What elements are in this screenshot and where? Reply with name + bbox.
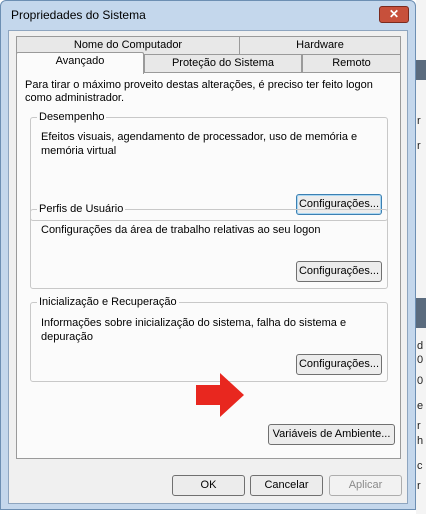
performance-description: Efeitos visuais, agendamento de processa… bbox=[41, 131, 358, 157]
startup-recovery-group: Inicialização e Recuperação Informações … bbox=[30, 295, 388, 382]
background-window: r r d 0 0 e r h c r bbox=[416, 0, 426, 514]
arrow-shape bbox=[196, 373, 244, 417]
performance-group-title: Desempenho bbox=[37, 110, 107, 124]
user-profiles-group-title: Perfis de Usuário bbox=[37, 202, 126, 216]
background-text: 0 bbox=[417, 354, 424, 366]
red-arrow-icon bbox=[196, 373, 244, 417]
system-properties-dialog: Propriedades do Sistema ✕ Nome do Comput… bbox=[0, 0, 416, 510]
user-profiles-settings-button[interactable]: Configurações... bbox=[296, 261, 382, 282]
apply-button[interactable]: Aplicar bbox=[329, 475, 402, 496]
window-title: Propriedades do Sistema bbox=[11, 8, 146, 22]
user-profiles-group: Perfis de Usuário Configurações da área … bbox=[30, 202, 388, 289]
tab-remote[interactable]: Remoto bbox=[302, 54, 401, 72]
tab-advanced[interactable]: Avançado bbox=[16, 52, 144, 74]
user-profiles-description: Configurações da área de trabalho relati… bbox=[41, 224, 321, 236]
environment-variables-button[interactable]: Variáveis de Ambiente... bbox=[268, 424, 395, 445]
ok-button[interactable]: OK bbox=[172, 475, 245, 496]
background-text: 0 bbox=[417, 375, 424, 387]
background-text: r bbox=[417, 140, 421, 152]
background-text: c bbox=[417, 460, 423, 472]
background-text: r bbox=[417, 480, 421, 492]
background-text: r bbox=[417, 420, 421, 432]
tab-system-protection[interactable]: Proteção do Sistema bbox=[144, 54, 302, 72]
title-bar[interactable]: Propriedades do Sistema ✕ bbox=[1, 1, 415, 29]
tab-hardware[interactable]: Hardware bbox=[239, 36, 401, 54]
admin-notice: Para tirar o máximo proveito destas alte… bbox=[25, 79, 373, 104]
background-text: d bbox=[417, 340, 424, 352]
startup-recovery-description: Informações sobre inicialização do siste… bbox=[41, 317, 347, 343]
cancel-button[interactable]: Cancelar bbox=[250, 475, 323, 496]
background-text: h bbox=[417, 435, 424, 447]
background-text: r bbox=[417, 115, 421, 127]
close-button[interactable]: ✕ bbox=[379, 6, 409, 23]
startup-recovery-settings-button[interactable]: Configurações... bbox=[296, 354, 382, 375]
background-bar bbox=[416, 298, 426, 328]
dialog-body: Nome do Computador Hardware Avançado Pro… bbox=[8, 30, 408, 504]
startup-recovery-group-title: Inicialização e Recuperação bbox=[37, 295, 179, 309]
background-bar bbox=[416, 60, 426, 80]
close-icon: ✕ bbox=[388, 7, 400, 21]
background-text: e bbox=[417, 400, 424, 412]
